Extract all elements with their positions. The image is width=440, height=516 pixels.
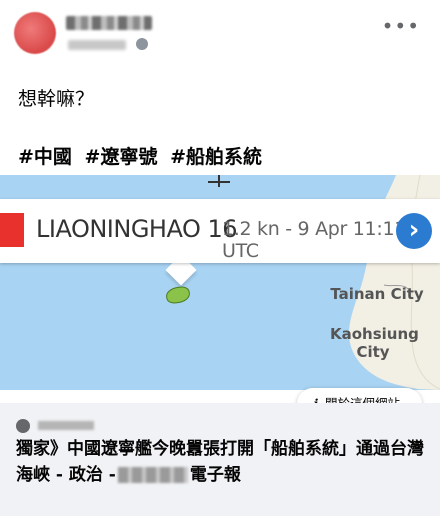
author-name-blurred[interactable] [66, 16, 152, 30]
link-title[interactable]: 獨家》中國遼寧艦今晚囂張打開「船舶系統」通過台灣海峽 - 政治 - 電子報 [16, 436, 432, 488]
publisher-blurred [117, 467, 188, 483]
more-options-icon[interactable]: ••• [382, 14, 420, 38]
vessel-name: LIAONINGHAO 16 [36, 215, 238, 243]
hashtag-ship-system[interactable]: #船舶系統 [170, 146, 262, 168]
globe-icon [136, 38, 148, 50]
lightning-icon [16, 419, 30, 433]
city-label-tainan: Tainan City [330, 285, 424, 303]
post-header: ••• [0, 0, 440, 62]
hashtag-liaoning[interactable]: #遼寧號 [85, 146, 158, 168]
domain-blurred [38, 421, 94, 430]
hashtags: #中國 #遼寧號 #船舶系統 [18, 142, 268, 169]
vessel-popup: LIAONINGHAO 16 1.2 kn - 9 Apr 11:11 UTC … [0, 199, 440, 263]
post-time-blurred [68, 40, 126, 50]
chevron-right-icon[interactable]: › [396, 213, 432, 249]
hashtag-china[interactable]: #中國 [18, 146, 72, 168]
post-text: 想幹嘛？ [18, 88, 95, 110]
link-preview-card[interactable]: LIAONINGHAO 16 1.2 kn - 9 Apr 11:11 UTC … [0, 175, 440, 516]
avatar[interactable] [14, 12, 56, 54]
flag-icon [0, 213, 24, 247]
ship-marker-icon [164, 285, 192, 305]
city-label-kaohsiung: Kaohsiung City [330, 325, 419, 361]
map-image: LIAONINGHAO 16 1.2 kn - 9 Apr 11:11 UTC … [0, 175, 440, 390]
link-footer[interactable]: 獨家》中國遼寧艦今晚囂張打開「船舶系統」通過台灣海峽 - 政治 - 電子報 [0, 403, 440, 516]
link-title-end: 電子報 [189, 465, 241, 485]
map-crosshair-h [208, 181, 230, 183]
